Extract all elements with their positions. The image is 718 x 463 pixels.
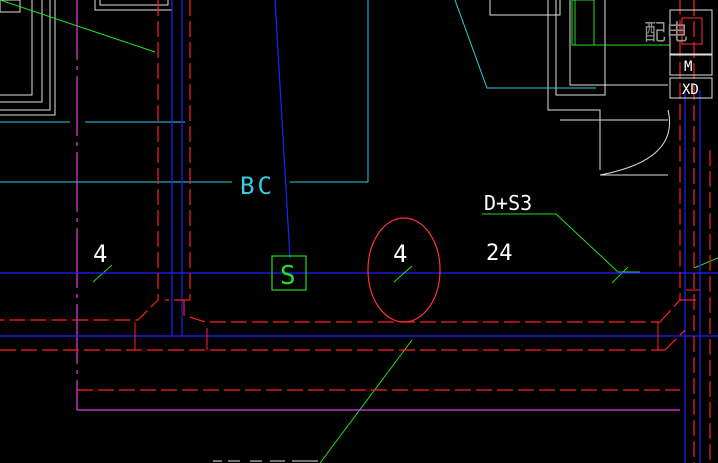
switch-symbol-label: S — [280, 261, 296, 291]
cad-drawing-svg[interactable]: 配电 M XD S BC D+S3 4 4 24 — [0, 0, 718, 463]
green-lines — [0, 0, 718, 463]
cad-drawing-canvas[interactable]: 配电 M XD S BC D+S3 4 4 24 — [0, 0, 718, 463]
blue-cable-lines — [0, 0, 718, 463]
cable-count-left: 4 — [93, 240, 107, 268]
cyan-lines — [0, 0, 596, 183]
highlight-ellipse[interactable] — [367, 217, 441, 323]
center-tick-mark — [393, 265, 413, 283]
window-outline-top — [94, 0, 173, 11]
panel-top-glyph: 配电 — [644, 21, 688, 46]
red-dashed-walls — [0, 0, 711, 463]
panel-m-label: M — [684, 59, 692, 75]
magenta-walls — [76, 0, 680, 411]
bc-label: BC — [240, 172, 275, 200]
cable-count-right: 24 — [486, 241, 513, 266]
panel-xd-label: XD — [682, 82, 699, 98]
red-ticks — [134, 289, 700, 350]
cable-count-center: 4 — [393, 240, 407, 268]
ds3-label: D+S3 — [484, 191, 532, 215]
wall-outline-top-left — [0, 0, 56, 116]
